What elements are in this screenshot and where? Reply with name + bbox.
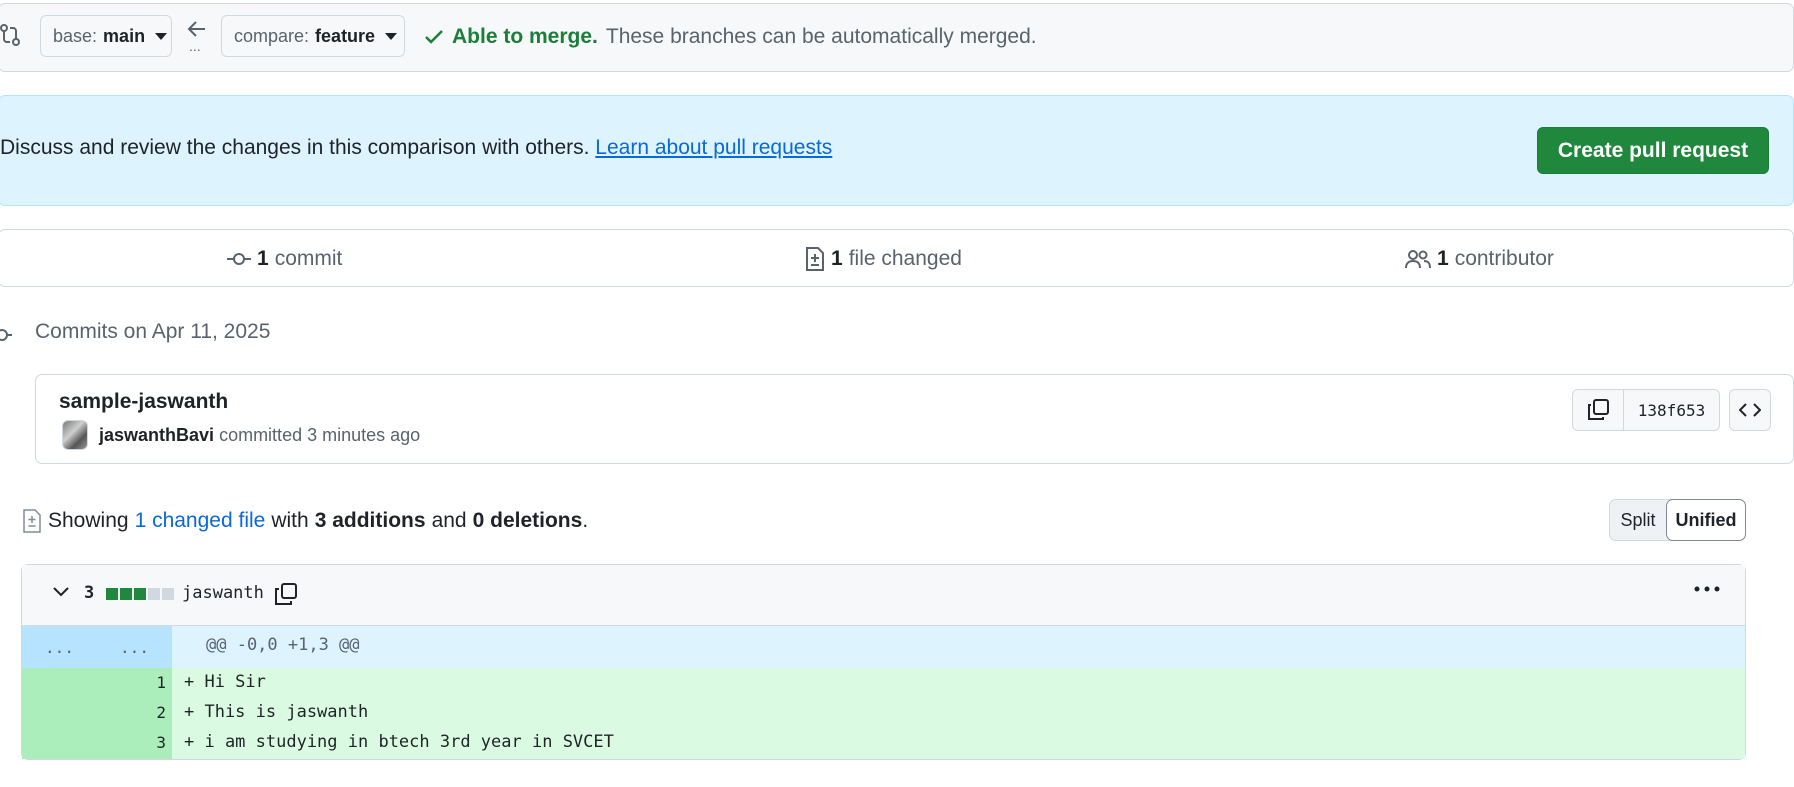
browse-repository-button[interactable] xyxy=(1729,389,1771,431)
compare-branch-name: feature xyxy=(315,25,376,46)
diffstat-neutral-block xyxy=(162,588,174,600)
commit-sha-link[interactable]: 138f653 xyxy=(1624,390,1719,430)
git-compare-icon xyxy=(0,24,20,46)
diff-line-gutter xyxy=(22,728,172,759)
diff-line-text: + i am studying in btech 3rd year in SVC… xyxy=(184,732,614,752)
copy-icon xyxy=(1587,399,1609,421)
copy-path-button[interactable] xyxy=(274,582,298,606)
commits-summary[interactable]: 1 commit xyxy=(227,244,342,274)
code-icon xyxy=(1739,402,1761,418)
diff-line-number[interactable]: 1 xyxy=(156,673,166,692)
with-label: with xyxy=(271,509,309,532)
commits-date-heading: Commits on Apr 11, 2025 xyxy=(35,320,271,343)
diff-line xyxy=(22,668,1745,698)
compare-prefix: compare: xyxy=(234,25,310,46)
blurb-message: Discuss and review the changes in this c… xyxy=(0,136,590,159)
hunk-header: @@ -0,0 +1,3 @@ xyxy=(206,635,360,655)
learn-pull-requests-link[interactable]: Learn about pull requests xyxy=(595,136,832,159)
files-summary[interactable]: 1 file changed xyxy=(805,244,962,274)
merge-status: Able to merge. These branches can be aut… xyxy=(424,22,1037,52)
file-options-button[interactable] xyxy=(1693,585,1721,593)
commit-sha-group: 138f653 xyxy=(1572,389,1720,431)
range-ellipsis[interactable]: ... xyxy=(189,38,201,54)
deletions-count: 0 deletions xyxy=(472,509,583,532)
commits-label: commit xyxy=(274,247,343,270)
check-icon xyxy=(424,28,444,46)
diff-view-toggle: Split Unified xyxy=(1609,499,1746,541)
file-diff-icon xyxy=(805,247,825,271)
files-label: file changed xyxy=(848,247,962,270)
summary-period: . xyxy=(582,509,589,532)
commit-timeline-icon xyxy=(0,328,12,342)
contributors-label: contributor xyxy=(1454,247,1554,270)
additions-count: 3 additions xyxy=(314,509,426,532)
contributors-summary[interactable]: 1 contributor xyxy=(1405,244,1554,274)
showing-label: Showing xyxy=(48,509,129,532)
copy-icon xyxy=(274,582,298,606)
caret-down-icon xyxy=(155,32,168,40)
commit-row xyxy=(35,374,1794,464)
diffstat-added-block xyxy=(106,588,118,600)
diff-line-gutter xyxy=(22,668,172,698)
kebab-horizontal-icon xyxy=(1693,585,1721,593)
diffstat-neutral-block xyxy=(148,588,160,600)
unified-view-button[interactable]: Unified xyxy=(1666,499,1746,541)
hunk-old-expand[interactable]: ... xyxy=(22,626,97,668)
diff-line-gutter xyxy=(22,698,172,728)
commits-count: 1 xyxy=(257,247,269,270)
diffstat-added-block xyxy=(134,588,146,600)
diff-summary: Showing 1 changed file with 3 additions … xyxy=(22,506,588,536)
diff-line-text: + This is jaswanth xyxy=(184,702,369,722)
diff-line-number[interactable]: 2 xyxy=(156,703,166,722)
merge-status-detail: These branches can be automatically merg… xyxy=(605,25,1037,48)
changed-files-link[interactable]: 1 changed file xyxy=(135,509,266,533)
create-pull-request-button[interactable]: Create pull request xyxy=(1537,127,1769,174)
chevron-down-icon[interactable] xyxy=(52,586,70,598)
commit-meta: jaswanthBavi committed 3 minutes ago xyxy=(99,425,420,446)
contributors-count: 1 xyxy=(1437,247,1449,270)
and-label: and xyxy=(431,509,467,532)
git-commit-icon xyxy=(227,252,251,266)
diff-line-text: + Hi Sir xyxy=(184,672,266,692)
file-diff-icon xyxy=(22,509,42,533)
base-branch-selector[interactable]: base: main xyxy=(40,15,172,57)
file-name-link[interactable]: jaswanth xyxy=(182,583,264,603)
diffstat-bar xyxy=(106,588,174,600)
diff-line-number[interactable]: 3 xyxy=(156,733,166,752)
file-change-count: 3 xyxy=(84,583,95,603)
commit-author-link[interactable]: jaswanthBavi xyxy=(99,425,214,445)
hunk-new-expand[interactable]: ... xyxy=(97,626,172,668)
merge-status-label: Able to merge. xyxy=(452,25,598,48)
people-icon xyxy=(1405,249,1431,269)
diffstat-added-block xyxy=(120,588,132,600)
commit-title-link[interactable]: sample-jaswanth xyxy=(59,390,228,414)
caret-down-icon xyxy=(385,32,398,40)
avatar[interactable] xyxy=(62,420,88,450)
split-view-button[interactable]: Split xyxy=(1610,500,1666,540)
blurb-text: Discuss and review the changes in this c… xyxy=(0,136,832,160)
copy-sha-button[interactable] xyxy=(1573,390,1624,430)
files-count: 1 xyxy=(831,247,843,270)
hunk-expand[interactable]: ... ... xyxy=(22,626,172,668)
base-prefix: base: xyxy=(53,25,98,46)
arrow-left-icon xyxy=(187,20,207,38)
compare-branch-selector[interactable]: compare: feature xyxy=(221,15,405,57)
commit-time: committed 3 minutes ago xyxy=(219,425,421,445)
base-branch-name: main xyxy=(103,25,146,46)
